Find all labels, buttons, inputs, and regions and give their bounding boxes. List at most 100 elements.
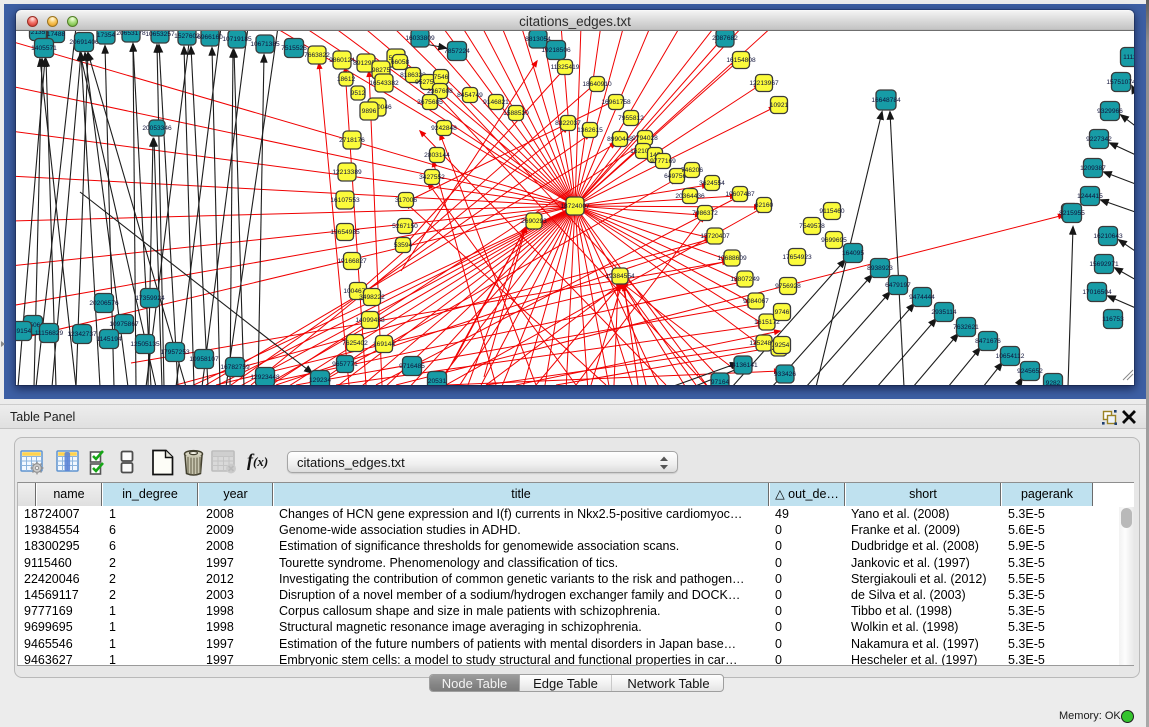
svg-text:317006: 317006: [395, 197, 417, 204]
svg-text:16961758: 16961758: [601, 99, 631, 106]
svg-text:164095: 164095: [842, 250, 864, 257]
svg-text:16782759: 16782759: [220, 364, 250, 371]
svg-text:9860124: 9860124: [329, 57, 355, 64]
svg-text:7986372: 7986372: [692, 210, 718, 217]
svg-text:2935114: 2935114: [931, 309, 957, 316]
svg-text:746206: 746206: [681, 167, 703, 174]
svg-text:17488: 17488: [47, 31, 66, 38]
svg-text:97164: 97164: [711, 379, 730, 385]
svg-text:15751074: 15751074: [1106, 79, 1134, 86]
svg-text:7632621: 7632621: [953, 324, 979, 331]
svg-text:7625402: 7625402: [342, 340, 368, 347]
svg-text:11325419: 11325419: [551, 64, 580, 71]
svg-text:9699695: 9699695: [821, 237, 847, 244]
svg-text:129234: 129234: [309, 377, 331, 384]
svg-text:20691406: 20691406: [69, 39, 99, 46]
svg-text:20531: 20531: [428, 378, 447, 385]
svg-text:62160: 62160: [755, 202, 774, 209]
svg-text:9242848: 9242848: [431, 125, 457, 132]
svg-text:9512: 9512: [351, 90, 366, 97]
svg-text:12342737: 12342737: [67, 331, 97, 338]
svg-text:53594: 53594: [394, 242, 413, 249]
svg-text:2718176: 2718176: [339, 137, 365, 144]
svg-text:15692971: 15692971: [1089, 261, 1119, 268]
svg-text:9794028: 9794028: [632, 135, 658, 142]
svg-text:10607487: 10607487: [725, 191, 755, 198]
svg-text:8990448: 8990448: [607, 136, 633, 143]
svg-text:116753: 116753: [1102, 316, 1124, 323]
svg-text:18724007: 18724007: [560, 203, 590, 210]
svg-text:10921: 10921: [770, 102, 789, 109]
svg-text:10975867: 10975867: [109, 321, 139, 328]
svg-text:2135: 2135: [31, 31, 46, 36]
svg-text:20053346: 20053346: [142, 125, 172, 132]
svg-text:10688609: 10688609: [717, 255, 747, 262]
svg-text:3427552: 3427552: [419, 174, 445, 181]
svg-text:7546: 7546: [434, 74, 449, 81]
svg-text:98275: 98275: [372, 67, 391, 74]
svg-text:10654112: 10654112: [996, 353, 1025, 360]
svg-text:7663822: 7663822: [304, 52, 330, 59]
svg-text:17016504: 17016504: [1082, 289, 1112, 296]
svg-text:3624554: 3624554: [699, 180, 725, 187]
svg-text:17957253: 17957253: [160, 349, 190, 356]
svg-text:9777169: 9777169: [650, 158, 676, 165]
svg-text:9474444: 9474444: [909, 294, 935, 301]
svg-text:6479197: 6479197: [885, 282, 911, 289]
svg-text:9245652: 9245652: [1017, 368, 1043, 375]
svg-text:10958107: 10958107: [189, 356, 219, 363]
svg-text:5267150: 5267150: [392, 223, 418, 230]
svg-text:169144: 169144: [373, 341, 395, 348]
svg-text:7515526: 7515526: [281, 45, 307, 52]
svg-text:8215955: 8215955: [1059, 210, 1085, 217]
svg-text:9329966: 9329966: [1097, 108, 1123, 115]
svg-text:17359924: 17359924: [135, 295, 165, 302]
svg-text:20653178: 20653178: [116, 31, 146, 37]
svg-text:9896: 9896: [362, 108, 377, 115]
svg-text:2087682: 2087682: [712, 35, 738, 42]
svg-text:9282: 9282: [1046, 380, 1061, 385]
svg-text:1588520: 1588520: [503, 110, 529, 117]
svg-text:11156829: 11156829: [35, 330, 64, 337]
svg-text:9254: 9254: [775, 342, 790, 349]
svg-text:9084067: 9084067: [743, 298, 769, 305]
svg-text:16210643: 16210643: [1093, 233, 1123, 240]
svg-text:6966160: 6966160: [197, 34, 223, 41]
svg-text:16154808: 16154808: [726, 57, 756, 64]
svg-text:20364436: 20364436: [675, 193, 705, 200]
svg-text:14136141: 14136141: [728, 362, 758, 369]
svg-text:933426: 933426: [774, 371, 796, 378]
svg-text:18807249: 18807249: [730, 276, 760, 283]
svg-text:1405571: 1405571: [31, 45, 57, 52]
svg-text:12213389: 12213389: [332, 169, 362, 176]
svg-text:7549578: 7549578: [799, 223, 825, 230]
svg-text:19218506: 19218506: [541, 47, 571, 54]
svg-text:17354: 17354: [97, 32, 116, 39]
svg-text:19166827: 19166827: [337, 258, 367, 265]
svg-text:18640910: 18640910: [582, 81, 612, 88]
svg-text:9146821: 9146821: [483, 99, 509, 106]
svg-text:10671385: 10671385: [250, 41, 280, 48]
svg-text:12505135: 12505135: [130, 341, 160, 348]
svg-text:1112: 1112: [1123, 54, 1134, 61]
svg-text:20206576: 20206576: [89, 300, 119, 307]
svg-text:9227342: 9227342: [1086, 136, 1112, 143]
svg-text:8938923: 8938923: [867, 265, 893, 272]
svg-text:8322037: 8322037: [555, 120, 581, 127]
svg-text:16107553: 16107553: [330, 197, 360, 204]
svg-text:19384554: 19384554: [605, 273, 635, 280]
svg-text:16543382: 16543382: [369, 80, 399, 87]
svg-text:10653257: 10653257: [145, 31, 175, 38]
svg-text:7857224: 7857224: [444, 48, 470, 55]
svg-text:15720407: 15720407: [700, 233, 730, 240]
svg-text:2803144: 2803144: [424, 152, 450, 159]
svg-text:16033809: 16033809: [405, 35, 435, 42]
svg-text:18612: 18612: [337, 76, 356, 83]
svg-text:7955812: 7955812: [618, 115, 644, 122]
svg-text:39154: 39154: [16, 328, 31, 335]
svg-text:10719185: 10719185: [222, 36, 252, 43]
svg-text:1145194: 1145194: [96, 336, 122, 343]
svg-text:8454749: 8454749: [457, 92, 483, 99]
svg-text:9746: 9746: [775, 309, 790, 316]
svg-text:16648784: 16648784: [871, 97, 901, 104]
